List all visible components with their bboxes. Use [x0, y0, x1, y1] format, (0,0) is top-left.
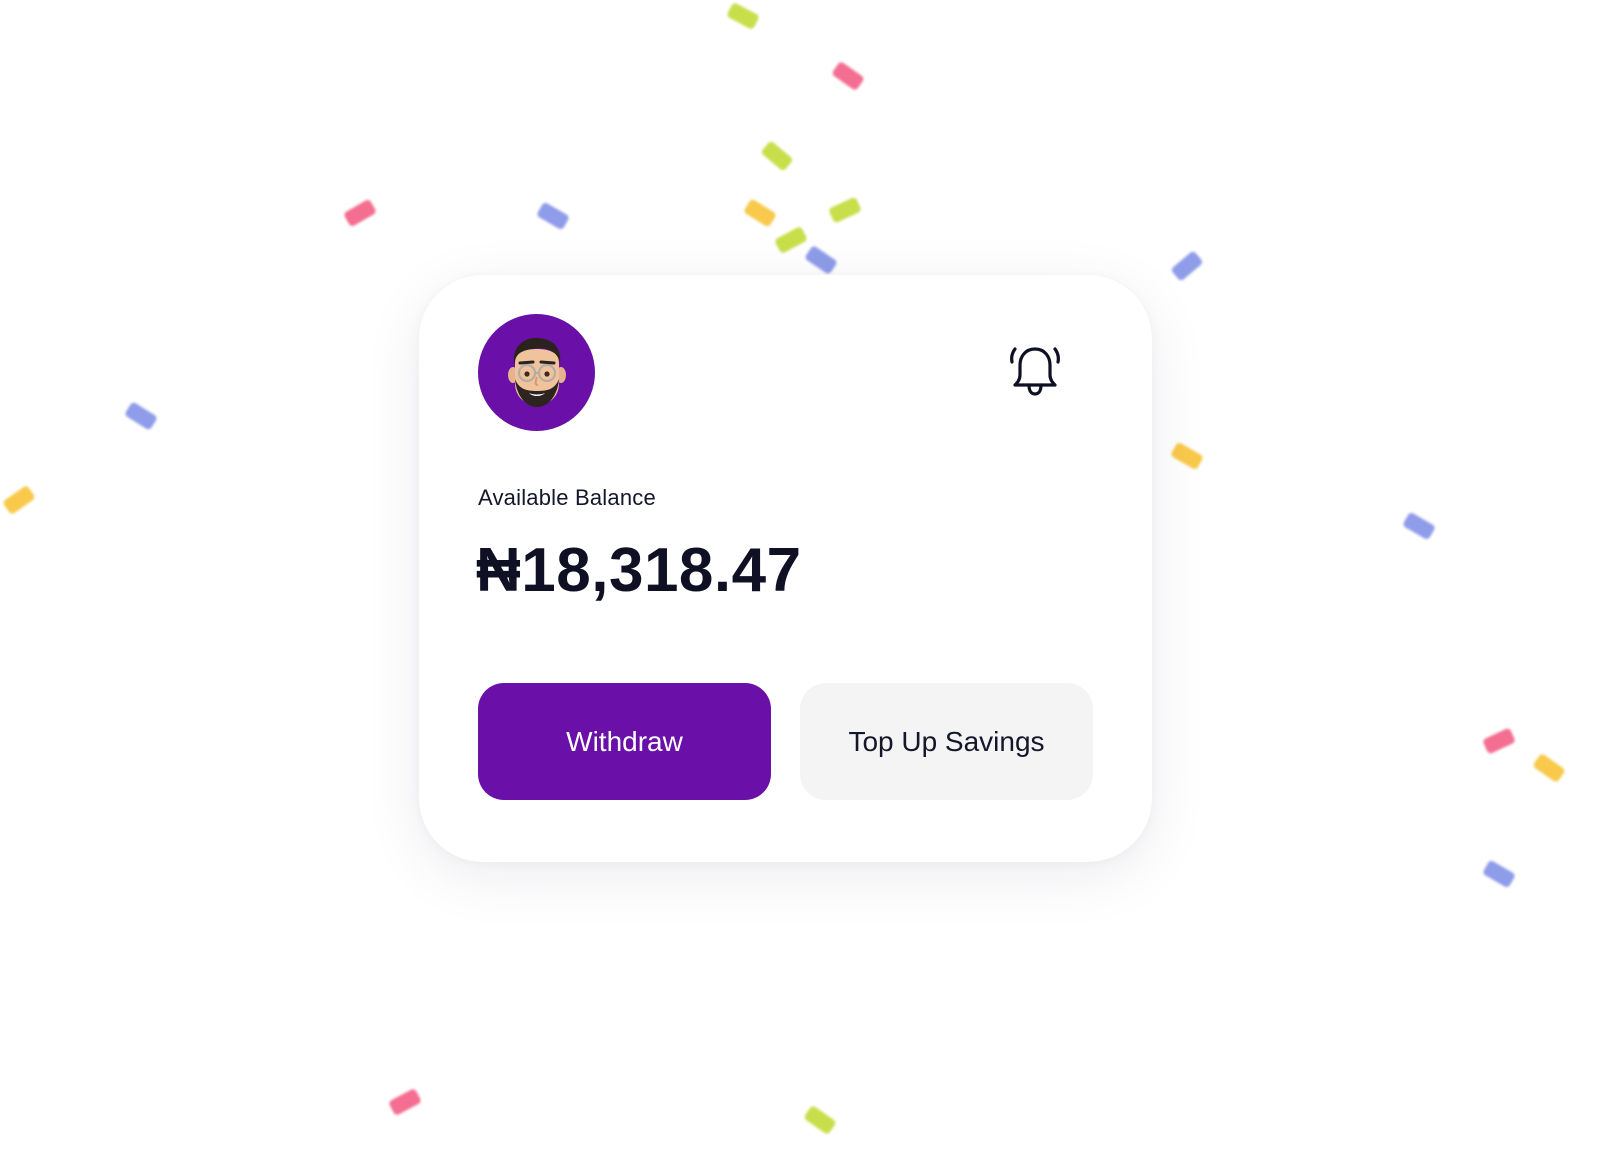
confetti-piece	[388, 1087, 422, 1117]
balance-card: Available Balance ₦18,318.47 Withdraw To…	[419, 275, 1152, 862]
avatar[interactable]	[478, 314, 595, 431]
confetti-piece	[1402, 511, 1436, 541]
confetti-piece	[536, 201, 570, 231]
confetti-piece	[774, 225, 808, 255]
confetti-piece	[1482, 859, 1516, 889]
withdraw-button[interactable]: Withdraw	[478, 683, 771, 800]
confetti-piece	[1170, 441, 1204, 471]
balance-label: Available Balance	[478, 485, 656, 510]
confetti-piece	[1170, 250, 1204, 282]
confetti-piece	[804, 244, 838, 276]
confetti-piece	[343, 198, 377, 228]
confetti-piece	[124, 401, 158, 431]
bell-icon	[1010, 347, 1060, 396]
confetti-piece	[803, 1104, 837, 1136]
confetti-piece	[760, 140, 794, 172]
balance-amount: ₦18,318.47	[476, 536, 802, 605]
confetti-piece	[1482, 727, 1516, 755]
top-up-savings-button[interactable]: Top Up Savings	[800, 683, 1093, 800]
notifications-button[interactable]	[1007, 343, 1063, 399]
confetti-piece	[743, 198, 777, 228]
confetti-piece	[831, 60, 865, 92]
confetti-piece	[1532, 752, 1566, 784]
confetti-piece	[2, 484, 36, 516]
page: Available Balance ₦18,318.47 Withdraw To…	[0, 0, 1605, 1164]
confetti-piece	[828, 196, 862, 224]
confetti-piece	[726, 1, 760, 31]
memoji-avatar-icon	[507, 337, 566, 407]
